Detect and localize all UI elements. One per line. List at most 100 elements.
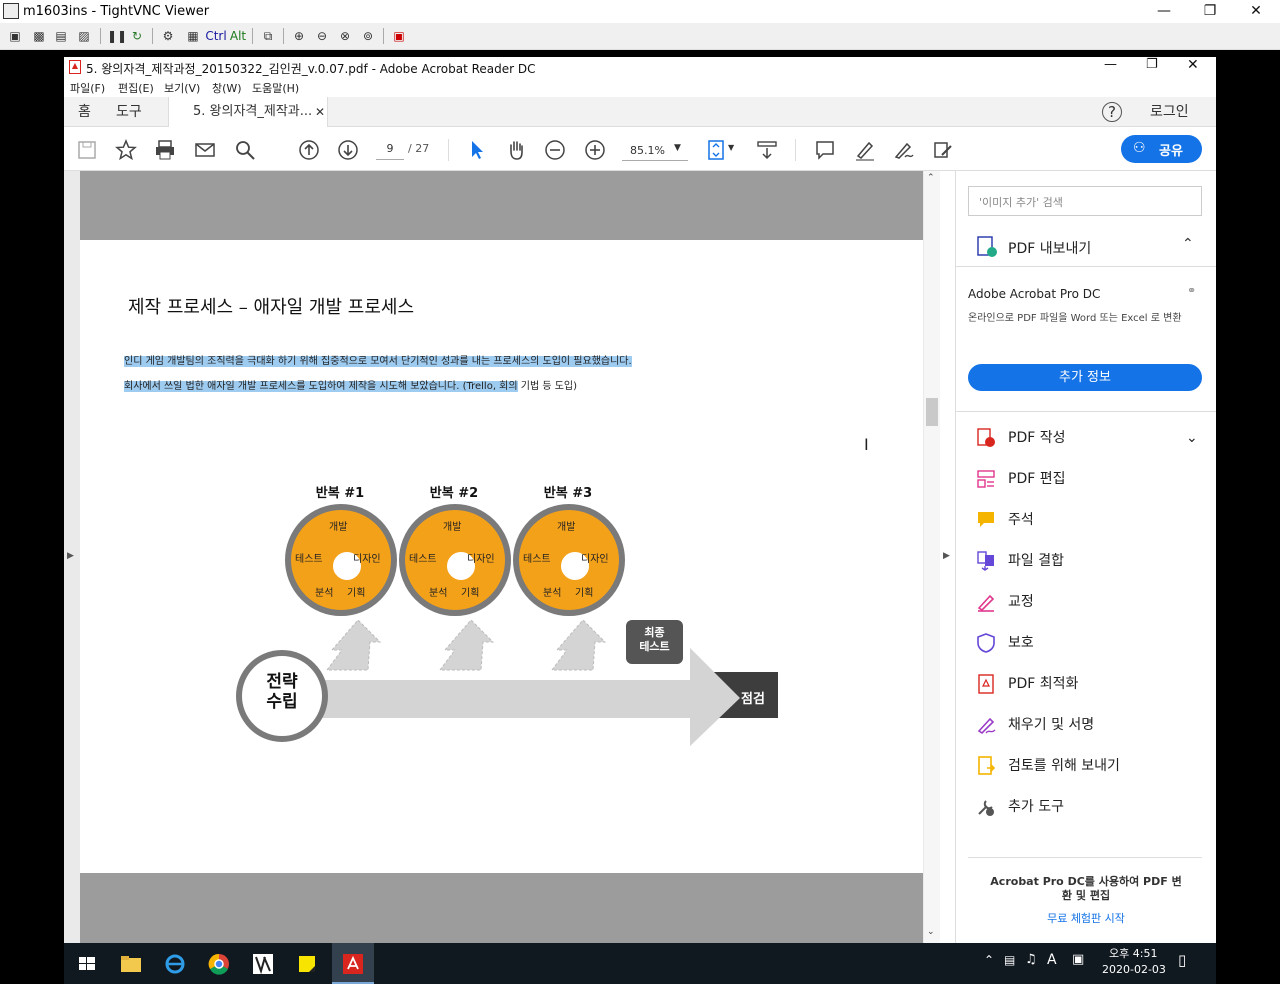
tab-tools[interactable]: 도구: [116, 97, 142, 127]
menu-bar: 파일(F) 편집(E) 보기(V) 창(W) 도움말(H): [64, 77, 1216, 97]
chevron-up-icon[interactable]: ⌃: [1182, 236, 1194, 252]
tab-document[interactable]: 5. 왕의자격_제작과... ✕: [168, 97, 328, 128]
clipboard-icon[interactable]: ⧉: [259, 27, 277, 45]
cycle-label-design: 디자인: [581, 554, 609, 565]
win-key-icon[interactable]: ▦: [184, 27, 202, 45]
zoom-in-icon[interactable]: ⊕: [290, 27, 308, 45]
zoom-100-icon[interactable]: ⊗: [336, 27, 354, 45]
next-page-icon[interactable]: [337, 139, 359, 161]
free-trial-link[interactable]: 무료 체험판 시작: [986, 910, 1186, 926]
tool-label: 보호: [1008, 635, 1034, 651]
bookmark-star-icon[interactable]: [115, 139, 137, 161]
ctrl-toggle[interactable]: Ctrl: [205, 27, 227, 45]
acro-restore-button[interactable]: ❐: [1146, 57, 1158, 72]
stamp-icon[interactable]: [932, 139, 954, 161]
tab-close-icon[interactable]: ✕: [315, 97, 325, 127]
cycle-label-plan: 기획: [461, 588, 480, 599]
menu-help[interactable]: 도움말(H): [252, 80, 299, 96]
print-icon[interactable]: [154, 139, 176, 161]
refresh-icon[interactable]: ↻: [128, 27, 146, 45]
menu-view[interactable]: 보기(V): [164, 80, 200, 96]
share-label: 공유: [1159, 144, 1183, 159]
zoom-select[interactable]: 85.1% ▼: [622, 139, 688, 161]
hand-tool-icon[interactable]: [505, 139, 527, 161]
notification-icon[interactable]: ▯: [1178, 951, 1186, 969]
search-icon[interactable]: [234, 139, 256, 161]
vertical-scrollbar[interactable]: ⌃ ⌄: [924, 171, 940, 943]
prev-page-icon[interactable]: [298, 139, 320, 161]
help-icon[interactable]: ?: [1102, 102, 1122, 122]
new-connection-icon[interactable]: ▣: [6, 27, 24, 45]
restore-button[interactable]: ❐: [1187, 0, 1233, 23]
menu-file[interactable]: 파일(F): [70, 80, 105, 96]
cycle-label-analysis: 분석: [543, 588, 562, 599]
zoom-out-icon[interactable]: ⊖: [313, 27, 331, 45]
vnc-viewer-icon[interactable]: [248, 949, 278, 979]
clock-time[interactable]: 오후 4:51: [1109, 945, 1157, 961]
share-button[interactable]: ⚇ 공유: [1121, 135, 1202, 163]
ime-indicator[interactable]: A: [1047, 952, 1057, 968]
selected-text-1: 인디 게임 개발팀의 조직력을 극대화 하기 위해 집중적으로 모여서 단기적인…: [124, 356, 632, 367]
options-icon[interactable]: ▤: [52, 27, 70, 45]
tools-search-input[interactable]: '이미지 추가' 검색: [968, 186, 1202, 216]
tray-chevron-up-icon[interactable]: ⌃: [984, 953, 994, 967]
start-windows-icon[interactable]: [72, 949, 102, 979]
scroll-down-icon[interactable]: ⌄: [927, 927, 935, 937]
previous-page-area: [80, 171, 923, 240]
more-info-button[interactable]: 추가 정보: [968, 364, 1202, 391]
chrome-icon[interactable]: [204, 949, 234, 979]
highlight-pen-icon[interactable]: [854, 139, 876, 161]
save-icon[interactable]: ▩: [30, 27, 48, 45]
document-pane[interactable]: ▶ 제작 프로세스 – 애자일 개발 프로세스 인디 게임 개발팀의 조직력을 …: [64, 171, 940, 943]
volume-icon[interactable]: ♫: [1025, 952, 1037, 967]
sticky-notes-icon[interactable]: [292, 949, 322, 979]
tab-home[interactable]: 홈: [78, 97, 91, 127]
page-number-input[interactable]: 9: [376, 140, 404, 160]
login-button[interactable]: 로그인: [1150, 97, 1189, 127]
zoom-in-icon[interactable]: [584, 139, 606, 161]
close-button[interactable]: ✕: [1233, 0, 1279, 23]
tool-label: 검토를 위해 보내기: [1008, 758, 1120, 774]
cycle-label-test: 테스트: [295, 554, 323, 565]
zoom-fit-icon[interactable]: ⊚: [359, 27, 377, 45]
menu-edit[interactable]: 편집(E): [118, 80, 154, 96]
scroll-mode-icon[interactable]: [756, 139, 778, 161]
left-panel-toggle-icon[interactable]: ▶: [67, 551, 74, 561]
fullscreen-icon[interactable]: ▣: [390, 27, 408, 45]
clock-date[interactable]: 2020-02-03: [1102, 963, 1166, 976]
alt-toggle[interactable]: Alt: [229, 27, 247, 45]
minimize-button[interactable]: —: [1141, 0, 1187, 23]
export-header[interactable]: PDF 내보내기: [1008, 238, 1091, 258]
chevron-down-icon[interactable]: ⌄: [1186, 425, 1198, 451]
comment-icon[interactable]: [814, 139, 836, 161]
acrobat-taskbar-button[interactable]: [332, 943, 374, 984]
ctrl-alt-del-icon[interactable]: ⚙: [158, 27, 178, 45]
right-pane-toggle[interactable]: ▶: [940, 171, 956, 943]
strategy-circle: 전략 수립: [236, 650, 328, 742]
right-panel-toggle-icon[interactable]: ▶: [943, 551, 950, 561]
promo-text: Acrobat Pro DC를 사용하여 PDF 변환 및 편집: [990, 875, 1182, 902]
info-icon[interactable]: ▨: [75, 27, 93, 45]
fit-page-icon[interactable]: [706, 139, 728, 161]
network-icon[interactable]: ▤: [1004, 953, 1015, 967]
acro-close-button[interactable]: ✕: [1187, 57, 1199, 73]
fit-dropdown-icon[interactable]: ▼: [728, 143, 734, 152]
zoom-value: 85.1%: [630, 144, 665, 157]
zoom-out-icon[interactable]: [544, 139, 566, 161]
ime-mode-icon[interactable]: ▣: [1072, 952, 1084, 967]
pause-icon[interactable]: ❚❚: [107, 27, 127, 45]
pdf-page[interactable]: 제작 프로세스 – 애자일 개발 프로세스 인디 게임 개발팀의 조직력을 극대…: [80, 240, 923, 873]
scrollbar-thumb[interactable]: [926, 398, 938, 426]
file-explorer-icon[interactable]: [116, 949, 146, 979]
tool-create-pdf[interactable]: PDF 작성 ⌄: [976, 425, 1206, 451]
acro-minimize-button[interactable]: —: [1104, 57, 1117, 72]
menu-window[interactable]: 창(W): [212, 80, 242, 96]
sign-icon[interactable]: [893, 139, 915, 161]
save-disk-icon[interactable]: [76, 139, 98, 161]
select-cursor-icon[interactable]: [466, 139, 488, 161]
mail-icon[interactable]: [194, 139, 216, 161]
scroll-up-icon[interactable]: ⌃: [927, 173, 935, 183]
iteration-cycle-2: 개발 테스트 디자인 분석 기획: [399, 504, 511, 616]
create-pdf-icon: [977, 428, 995, 447]
internet-explorer-icon[interactable]: [160, 949, 190, 979]
